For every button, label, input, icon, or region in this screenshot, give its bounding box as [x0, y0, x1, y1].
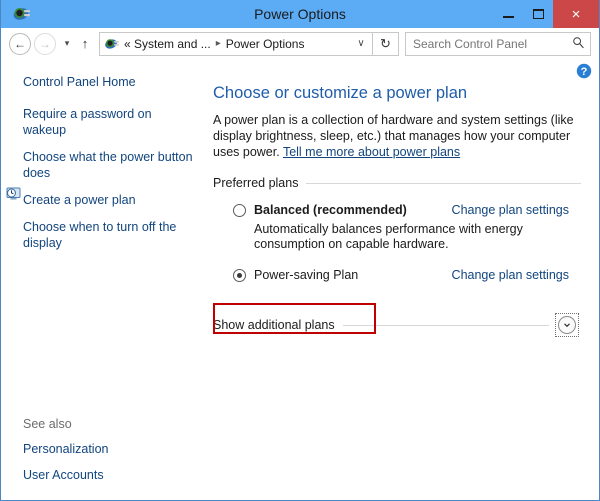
group-divider	[306, 182, 581, 184]
refresh-icon: ↻	[380, 35, 391, 51]
breadcrumb-item-power-options[interactable]: Power Options	[226, 37, 305, 51]
radio-power-saving[interactable]	[233, 269, 246, 282]
page-title: Choose or customize a power plan	[213, 84, 468, 102]
plan-name-balanced[interactable]: Balanced (recommended)	[254, 203, 407, 218]
preferred-plans-header: Preferred plans	[213, 176, 581, 190]
sidebar-item-user-accounts[interactable]: User Accounts	[23, 467, 193, 483]
back-button[interactable]: ←	[9, 32, 31, 55]
recent-pages-button[interactable]: ▾	[59, 33, 75, 55]
preferred-plans-label: Preferred plans	[213, 176, 299, 190]
plan-row-balanced[interactable]: Balanced (recommended) Change plan setti…	[213, 203, 581, 218]
forward-button[interactable]: →	[34, 32, 56, 55]
page-description: A power plan is a collection of hardware…	[213, 112, 581, 160]
chevron-down-icon	[558, 316, 576, 334]
refresh-button[interactable]: ↻	[373, 31, 399, 56]
close-button[interactable]: ×	[553, 0, 599, 28]
sidebar-task-list: Require a password on wakeup Choose what…	[23, 106, 195, 262]
plan-description-balanced: Automatically balances performance with …	[254, 222, 523, 251]
breadcrumb-separator-icon: ▸	[215, 38, 221, 49]
sidebar-item-personalization[interactable]: Personalization	[23, 441, 193, 457]
change-plan-settings-balanced[interactable]: Change plan settings	[452, 203, 569, 217]
breadcrumb-bar[interactable]: « System and ... ▸ Power Options ∨	[99, 31, 373, 56]
minimize-icon	[502, 16, 514, 18]
plan-name-power-saving[interactable]: Power-saving Plan	[254, 268, 358, 283]
title-bar: Power Options ×	[1, 0, 599, 28]
additional-divider	[342, 324, 549, 326]
display-clock-icon	[6, 186, 22, 202]
search-input[interactable]	[413, 36, 570, 51]
up-arrow-icon: ↑	[81, 36, 89, 51]
minimize-button[interactable]	[493, 0, 523, 28]
maximize-icon	[532, 9, 544, 19]
breadcrumb: « System and ... ▸ Power Options	[124, 37, 352, 51]
see-also-section: See also Personalization User Accounts	[23, 417, 193, 483]
plan-row-power-saving[interactable]: Power-saving Plan Change plan settings	[213, 268, 581, 283]
show-additional-plans-row: Show additional plans	[213, 313, 581, 337]
window-body: Control Panel Home Require a password on…	[1, 60, 599, 499]
sidebar-item-create-power-plan[interactable]: Create a power plan	[23, 192, 195, 208]
tell-me-more-link[interactable]: Tell me more about power plans	[283, 145, 460, 159]
power-options-window: Power Options × ← → ▾ ↑ « System and ...…	[0, 0, 600, 501]
window-controls: ×	[493, 0, 599, 28]
forward-arrow-icon: →	[39, 36, 51, 51]
sidebar-item-turn-off-display[interactable]: Choose when to turn off the display	[23, 219, 195, 251]
expand-additional-plans-button[interactable]	[555, 313, 579, 337]
maximize-button[interactable]	[523, 0, 553, 28]
radio-balanced[interactable]	[233, 204, 246, 217]
sidebar-item-require-password[interactable]: Require a password on wakeup	[23, 106, 195, 138]
up-button[interactable]: ↑	[75, 33, 95, 55]
search-box[interactable]	[405, 31, 591, 56]
close-icon: ×	[571, 5, 581, 23]
sidebar-item-control-panel-home[interactable]: Control Panel Home	[23, 74, 136, 90]
change-plan-settings-power-saving[interactable]: Change plan settings	[452, 268, 569, 282]
svg-text:?: ?	[581, 66, 588, 78]
sidebar-item-power-button[interactable]: Choose what the power button does	[23, 149, 195, 181]
chevron-down-icon: ▾	[64, 38, 70, 48]
back-arrow-icon: ←	[14, 36, 26, 51]
sidebar: Control Panel Home Require a password on…	[1, 60, 206, 499]
see-also-label: See also	[23, 417, 72, 431]
address-bar: ← → ▾ ↑ « System and ... ▸ Power Options…	[1, 28, 599, 60]
search-icon	[570, 36, 586, 52]
show-additional-plans-label: Show additional plans	[213, 318, 335, 332]
address-dropdown-icon[interactable]: ∨	[352, 38, 370, 49]
power-plug-icon	[104, 36, 120, 52]
main-content: ? Choose or customize a power plan A pow…	[206, 60, 599, 499]
breadcrumb-item-system[interactable]: « System and ...	[124, 37, 211, 51]
help-icon[interactable]: ?	[576, 63, 592, 79]
